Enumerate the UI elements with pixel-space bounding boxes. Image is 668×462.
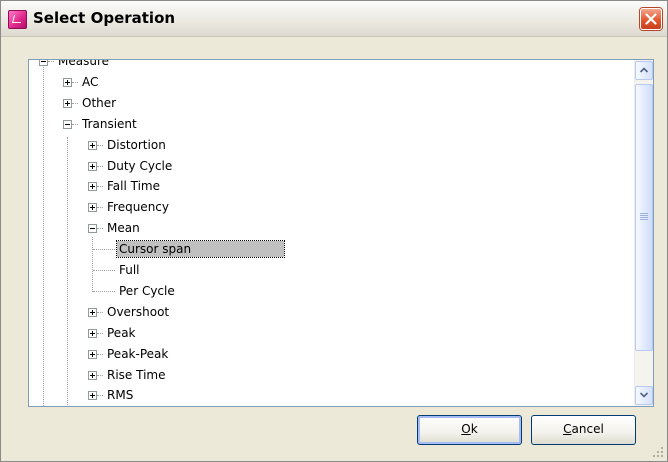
expand-plus-icon[interactable] xyxy=(88,161,97,171)
tree-item[interactable]: Other xyxy=(29,94,629,112)
tree-item-label: Measure xyxy=(58,60,109,68)
expand-plus-icon[interactable] xyxy=(88,328,97,338)
close-button[interactable] xyxy=(640,8,662,30)
dialog-title: Select Operation xyxy=(33,9,176,27)
tree-content: Measure AC Other Transient Distortion Duty Cy… xyxy=(29,60,634,406)
tree-item[interactable]: Transient xyxy=(29,115,629,133)
tree-item-label: Per Cycle xyxy=(119,283,175,298)
chevron-up-icon xyxy=(640,67,648,73)
collapse-minus-icon[interactable] xyxy=(88,224,97,234)
collapse-minus-icon[interactable] xyxy=(63,119,72,129)
tree-item-label: Frequency xyxy=(107,200,169,215)
vertical-scrollbar[interactable] xyxy=(634,60,653,406)
chevron-down-icon xyxy=(640,392,648,398)
title-bar[interactable]: Select Operation xyxy=(1,1,667,37)
select-operation-dialog: Select Operation Measure AC Other Transient… xyxy=(0,0,668,462)
ok-label-rest: k xyxy=(470,422,478,436)
tree-item[interactable]: Duty Cycle xyxy=(29,157,629,175)
tree-item-label: Peak-Peak xyxy=(107,346,169,361)
tree-item[interactable]: Measure xyxy=(29,60,629,70)
tree-item[interactable]: Per Cycle xyxy=(29,282,629,300)
expand-plus-icon[interactable] xyxy=(88,203,97,213)
tree-item-label: Transient xyxy=(82,116,137,131)
tree-item[interactable]: RMS xyxy=(29,386,629,404)
ok-button[interactable]: Ok xyxy=(417,415,522,445)
close-icon xyxy=(645,13,657,25)
tree-item-label: AC xyxy=(82,74,99,89)
tree-item-label: Overshoot xyxy=(107,304,170,319)
tree-item-label: Cursor span xyxy=(116,240,285,259)
expand-plus-icon[interactable] xyxy=(63,98,72,108)
tree-item[interactable]: Overshoot xyxy=(29,303,629,321)
expand-plus-icon[interactable] xyxy=(88,349,97,359)
scroll-thumb[interactable] xyxy=(635,84,653,351)
resize-grip-icon[interactable] xyxy=(652,446,664,458)
cancel-button[interactable]: Cancel xyxy=(531,415,636,445)
operation-tree[interactable]: Measure AC Other Transient Distortion Duty Cy… xyxy=(28,59,654,407)
tree-item[interactable]: Cursor span xyxy=(29,240,629,259)
tree-item-label: Fall Time xyxy=(107,179,161,194)
collapse-minus-icon[interactable] xyxy=(39,60,48,66)
scroll-down-button[interactable] xyxy=(635,386,653,405)
expand-plus-icon[interactable] xyxy=(88,391,97,401)
tree-item[interactable]: Rise Time xyxy=(29,366,629,384)
tree-item[interactable]: AC xyxy=(29,73,629,91)
expand-plus-icon[interactable] xyxy=(88,307,97,317)
tree-item-label: Mean xyxy=(107,221,140,236)
thumb-grip-line xyxy=(640,215,648,216)
tree-item-label: Peak xyxy=(107,325,136,340)
expand-plus-icon[interactable] xyxy=(88,370,97,380)
tree-item[interactable]: Frequency xyxy=(29,198,629,216)
tree-item-label: Rise Time xyxy=(107,367,166,382)
tree-item-label: Other xyxy=(82,95,117,110)
tree-item[interactable]: Peak xyxy=(29,324,629,342)
expand-plus-icon[interactable] xyxy=(88,140,97,150)
tree-item[interactable]: Full xyxy=(29,261,629,279)
cancel-mnemonic: C xyxy=(563,422,572,436)
thumb-grip-line xyxy=(640,219,648,220)
tree-item-label: Full xyxy=(119,263,140,277)
tree-item[interactable]: Peak-Peak xyxy=(29,345,629,363)
scroll-up-button[interactable] xyxy=(635,61,653,80)
tree-item-label: RMS xyxy=(107,388,134,403)
tree-item-label: Duty Cycle xyxy=(107,158,173,173)
tree-item-label: Distortion xyxy=(107,137,166,152)
cancel-label-rest: ancel xyxy=(571,422,604,436)
expand-plus-icon[interactable] xyxy=(88,182,97,192)
ok-mnemonic: O xyxy=(461,422,471,436)
tree-item[interactable]: Mean xyxy=(29,219,629,237)
tree-item[interactable]: Distortion xyxy=(29,136,629,154)
app-window-icon xyxy=(8,10,27,29)
thumb-grip-line xyxy=(640,213,648,214)
expand-plus-icon[interactable] xyxy=(63,77,72,87)
tree-item[interactable]: Fall Time xyxy=(29,177,629,195)
thumb-grip-line xyxy=(640,217,648,218)
